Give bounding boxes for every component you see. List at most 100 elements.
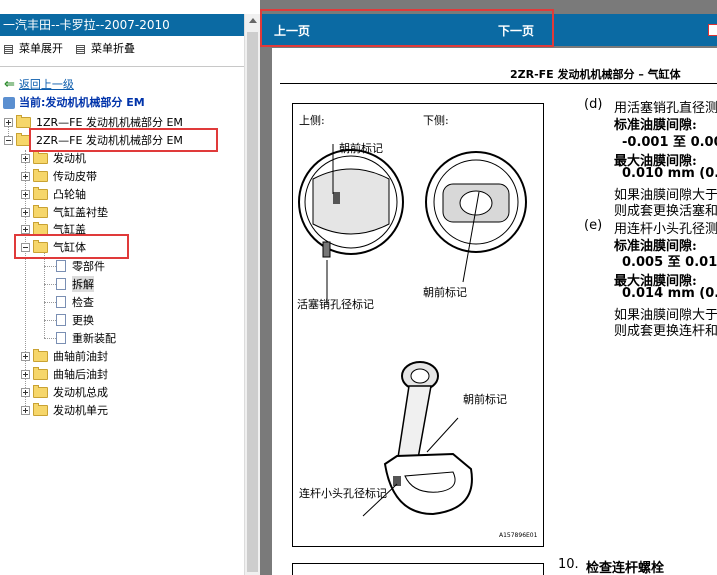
folder-icon xyxy=(16,114,31,128)
step-10-text: 检查连杆螺栓 xyxy=(586,561,665,575)
expand-toggle[interactable] xyxy=(21,171,30,181)
step-10-number: 10. xyxy=(558,557,579,572)
document-icon xyxy=(56,314,66,326)
document-icon xyxy=(56,332,66,344)
front-mark-callout: 朝前标记 xyxy=(339,142,383,155)
tree-item-replacement[interactable]: 更换 xyxy=(56,312,94,328)
next-figure-frame xyxy=(292,563,544,575)
highlight-box xyxy=(260,9,554,47)
current-location-label: 当前:发动机机械部分 EM xyxy=(19,96,145,109)
tree-item-camshaft[interactable]: 凸轮轴 xyxy=(21,186,86,202)
tree-item-label: 发动机总成 xyxy=(53,386,108,399)
manual-page: 2ZR-FE 发动机机械部分 – 气缸体 上侧: 下侧: 朝前标记 活塞销孔径标… xyxy=(272,48,717,575)
expand-toggle[interactable] xyxy=(21,207,30,217)
front-mark-callout: 朝前标记 xyxy=(463,393,507,406)
max-clearance-value: 0.010 mm (0.0 xyxy=(622,166,717,181)
folder-icon xyxy=(33,366,48,380)
current-location: 当前:发动机机械部分 EM xyxy=(3,96,145,110)
computer-icon xyxy=(3,97,15,109)
bottom-side-label: 下侧: xyxy=(423,114,449,127)
expand-toggle[interactable] xyxy=(21,189,30,199)
highlight-box xyxy=(29,128,218,152)
front-mark-callout: 朝前标记 xyxy=(423,286,467,299)
note-text: 则成套更换连杆和 xyxy=(614,324,717,339)
folder-icon xyxy=(33,204,48,218)
expand-toggle[interactable] xyxy=(21,405,30,415)
tree-item-rear-oil-seal[interactable]: 曲轴后油封 xyxy=(21,366,108,382)
tree-item-label: 气缸盖衬垫 xyxy=(53,206,108,219)
document-icon xyxy=(56,278,66,290)
tree-item-drive-belt[interactable]: 传动皮带 xyxy=(21,168,97,184)
expand-toggle[interactable] xyxy=(21,153,30,163)
expand-menu-label: 菜单展开 xyxy=(19,42,63,55)
tree-item-engine-assembly[interactable]: 发动机总成 xyxy=(21,384,108,400)
header-rule xyxy=(280,83,717,84)
tree-guide xyxy=(44,284,56,285)
tree-guide xyxy=(44,266,56,267)
expand-toggle[interactable] xyxy=(4,117,13,127)
back-link[interactable]: ⇐ 返回上一级 xyxy=(4,78,74,92)
expand-toggle[interactable] xyxy=(21,351,30,361)
pin-hole-mark-callout: 活塞销孔径标记 xyxy=(297,298,374,311)
figure-frame: 上侧: 下侧: 朝前标记 活塞销孔径标记 朝前标记 朝前标记 连杆小头孔径标记 … xyxy=(292,103,544,547)
max-clearance-value: 0.014 mm (0.0 xyxy=(622,286,717,301)
tree-item-reassembly[interactable]: 重新装配 xyxy=(56,330,116,346)
note-text: 则成套更换活塞和 xyxy=(614,204,717,219)
folder-icon xyxy=(33,348,48,362)
document-viewer: 上一页 下一页 2ZR-FE 发动机机械部分 – 气缸体 上侧: 下侧: 朝前标… xyxy=(260,0,717,575)
back-label: 返回上一级 xyxy=(18,78,74,91)
back-arrow-icon: ⇐ xyxy=(4,77,15,92)
tree-item-disassembly[interactable]: 拆解 xyxy=(56,276,94,292)
tree-item-label: 更换 xyxy=(72,314,94,327)
expand-toggle[interactable] xyxy=(21,387,30,397)
tree-item-label: 重新装配 xyxy=(72,332,116,345)
page-header: 2ZR-FE 发动机机械部分 – 气缸体 xyxy=(510,68,681,81)
scrollbar-thumb[interactable] xyxy=(247,32,258,572)
folder-icon xyxy=(33,221,48,235)
highlight-box xyxy=(14,234,129,259)
tree-item-engine-unit[interactable]: 发动机单元 xyxy=(21,402,108,418)
tree-item-label: 发动机单元 xyxy=(53,404,108,417)
folder-icon xyxy=(33,384,48,398)
step-e-number: (e) xyxy=(584,218,603,233)
step-d-number: (d) xyxy=(584,97,603,112)
top-side-label: 上侧: xyxy=(299,114,325,127)
piston-rod-illustration xyxy=(298,144,527,517)
collapse-menu-label: 菜单折叠 xyxy=(91,42,135,55)
tree-item-label: 曲轴后油封 xyxy=(53,368,108,381)
tree-item-front-oil-seal[interactable]: 曲轴前油封 xyxy=(21,348,108,364)
expand-icon xyxy=(4,44,13,54)
std-clearance-value: -0.001 至 0.00 xyxy=(622,135,717,150)
tree-item-engine[interactable]: 发动机 xyxy=(21,150,86,166)
divider xyxy=(0,66,244,67)
tree-guide xyxy=(44,338,56,339)
tree-item-label: 零部件 xyxy=(72,260,105,273)
tree-item-label: 拆解 xyxy=(72,276,94,292)
menu-tree-panel: 一汽丰田--卡罗拉--2007-2010 菜单展开 菜单折叠 ⇐ 返回上一级 当… xyxy=(0,0,244,575)
expand-toggle[interactable] xyxy=(21,224,30,234)
rod-hole-mark-callout: 连杆小头孔径标记 xyxy=(299,487,387,500)
tree-item-label: 凸轮轴 xyxy=(53,188,86,201)
folder-icon xyxy=(33,186,48,200)
folder-icon xyxy=(33,402,48,416)
tree-item-label: 检查 xyxy=(72,296,94,309)
tree-item-label: 曲轴前油封 xyxy=(53,350,108,363)
collapse-menu-button[interactable]: 菜单折叠 xyxy=(76,42,135,56)
expand-menu-button[interactable]: 菜单展开 xyxy=(4,42,63,56)
left-scrollbar[interactable] xyxy=(244,14,260,575)
collapse-icon xyxy=(76,44,85,54)
document-icon xyxy=(56,296,66,308)
tree-item-inspection[interactable]: 检查 xyxy=(56,294,94,310)
tree-guide xyxy=(44,320,56,321)
tree-item-head-gasket[interactable]: 气缸盖衬垫 xyxy=(21,204,108,220)
figure-id: A157896E01 xyxy=(499,532,538,539)
app-title: 一汽丰田--卡罗拉--2007-2010 xyxy=(0,14,244,36)
tree-item-label: 发动机 xyxy=(53,152,86,165)
std-clearance-value: 0.005 至 0.011 xyxy=(622,255,717,270)
expand-toggle[interactable] xyxy=(21,369,30,379)
scroll-up-icon[interactable] xyxy=(249,18,257,23)
tree-item-components[interactable]: 零部件 xyxy=(56,258,105,274)
collapse-toggle[interactable] xyxy=(4,135,13,145)
tree-item-label: 传动皮带 xyxy=(53,170,97,183)
folder-icon xyxy=(33,150,48,164)
